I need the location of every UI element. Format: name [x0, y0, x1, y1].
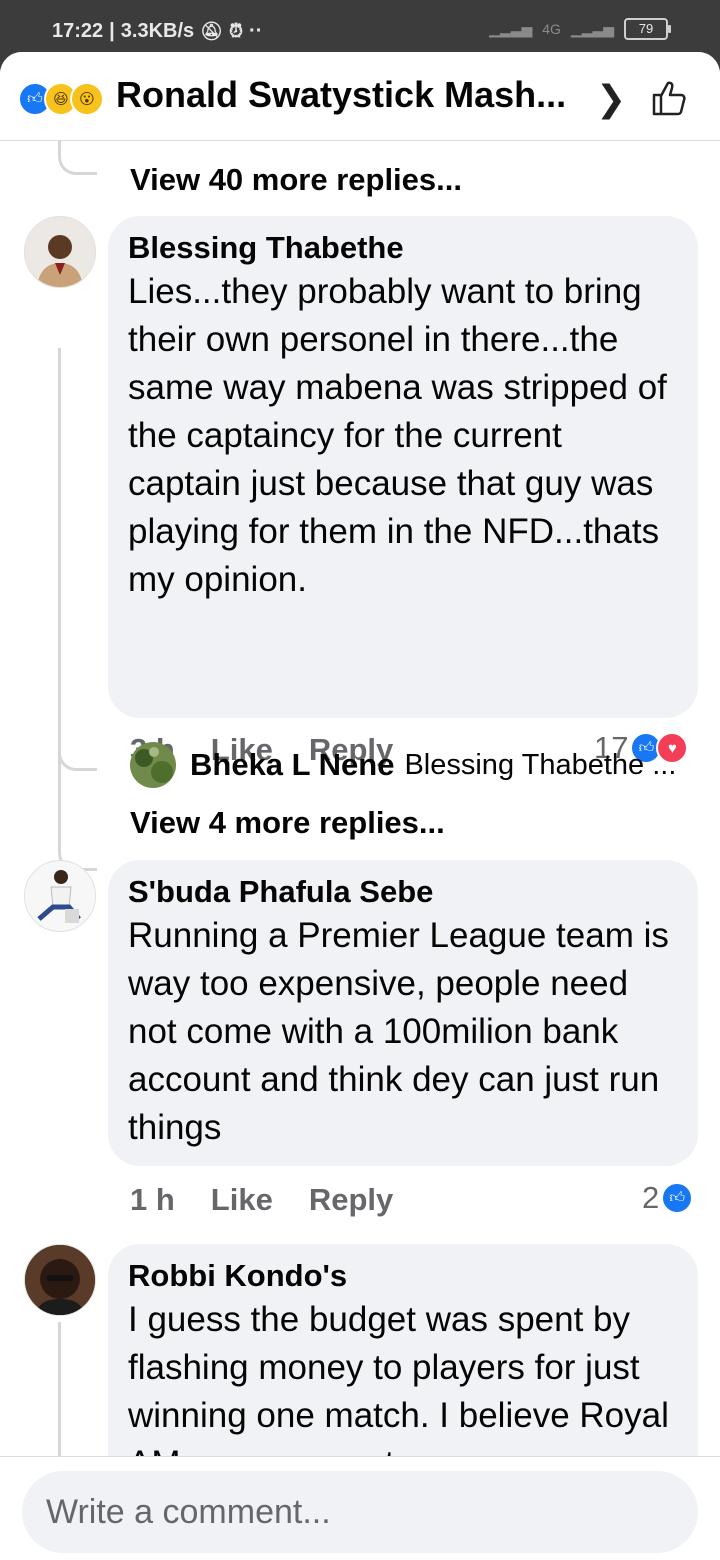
mute-icon: 🔕︎	[200, 21, 223, 41]
comment-time: 1 h	[130, 1182, 175, 1217]
view-more-replies-link[interactable]: View 40 more replies...	[130, 162, 462, 198]
reaction-count[interactable]: 2 👍︎	[642, 1180, 694, 1216]
avatar-photo	[25, 217, 95, 287]
comment-bubble[interactable]: S'buda Phafula Sebe Running a Premier Le…	[108, 860, 698, 1166]
avatar-photo	[25, 861, 95, 931]
comment-text: Running a Premier League team is way too…	[128, 916, 669, 1147]
header: 👍︎ 😆︎ 😮︎ Ronald Swatystick Mash... ❯	[0, 52, 720, 141]
signal-icon: ▁▂▃▅	[489, 20, 533, 37]
reply-text: Blessing Thabethe ...	[404, 748, 677, 781]
comment-author[interactable]: Blessing Thabethe	[128, 230, 678, 266]
thumbs-up-outline-icon[interactable]	[650, 78, 690, 118]
status-bar: 17:22 | 3.3KB/s 🔕︎ ⏰︎ ·· ▁▂▃▅ 4G ▁▂▃▅ 79	[0, 0, 720, 60]
avatar[interactable]	[24, 1244, 96, 1316]
reply-avatar	[130, 742, 176, 788]
status-time: 17:22	[52, 20, 104, 42]
reply-preview[interactable]: Bheka L Nene Blessing Thabethe ...	[130, 742, 676, 788]
status-left: 17:22 | 3.3KB/s 🔕︎ ⏰︎ ··	[52, 20, 263, 42]
thread-connector	[58, 712, 97, 771]
status-right: ▁▂▃▅ 4G ▁▂▃▅ 79	[489, 18, 671, 40]
status-speed: 3.3KB/s	[120, 20, 195, 42]
more-icon: ··	[249, 20, 263, 42]
comment-input[interactable]	[22, 1471, 698, 1553]
comment-author[interactable]: S'buda Phafula Sebe	[128, 874, 678, 910]
network-type: 4G	[542, 21, 561, 37]
thread-line	[58, 1322, 61, 1462]
battery-icon: 79	[624, 18, 671, 40]
comment-actions: 1 h Like Reply	[130, 1182, 393, 1218]
comment-bubble[interactable]: Blessing Thabethe Lies...they probably w…	[108, 216, 698, 718]
chevron-right-icon[interactable]: ❯	[596, 78, 626, 120]
reply-button[interactable]: Reply	[309, 1182, 393, 1218]
avatar-photo	[25, 1245, 95, 1315]
reactions-summary[interactable]: 👍︎ 😆︎ 😮︎	[18, 82, 104, 116]
avatar[interactable]	[24, 216, 96, 288]
like-reaction-icon: 👍︎	[661, 1182, 694, 1214]
wow-reaction-icon: 😮︎	[70, 82, 104, 116]
view-more-replies-link[interactable]: View 4 more replies...	[130, 805, 445, 841]
reply-author: Bheka L Nene	[190, 747, 395, 782]
comment-composer	[0, 1456, 720, 1560]
comments-sheet: 👍︎ 😆︎ 😮︎ Ronald Swatystick Mash... ❯ Vie…	[0, 52, 720, 1560]
header-title[interactable]: Ronald Swatystick Mash...	[116, 74, 566, 116]
thread-connector	[58, 140, 97, 175]
like-button[interactable]: Like	[211, 1182, 273, 1218]
signal-icon-2: ▁▂▃▅	[570, 20, 614, 37]
avatar[interactable]	[24, 860, 96, 932]
alarm-icon: ⏰︎	[229, 21, 244, 41]
comment-author[interactable]: Robbi Kondo's	[128, 1258, 678, 1294]
comment-text: Lies...they probably want to bring their…	[128, 272, 667, 599]
